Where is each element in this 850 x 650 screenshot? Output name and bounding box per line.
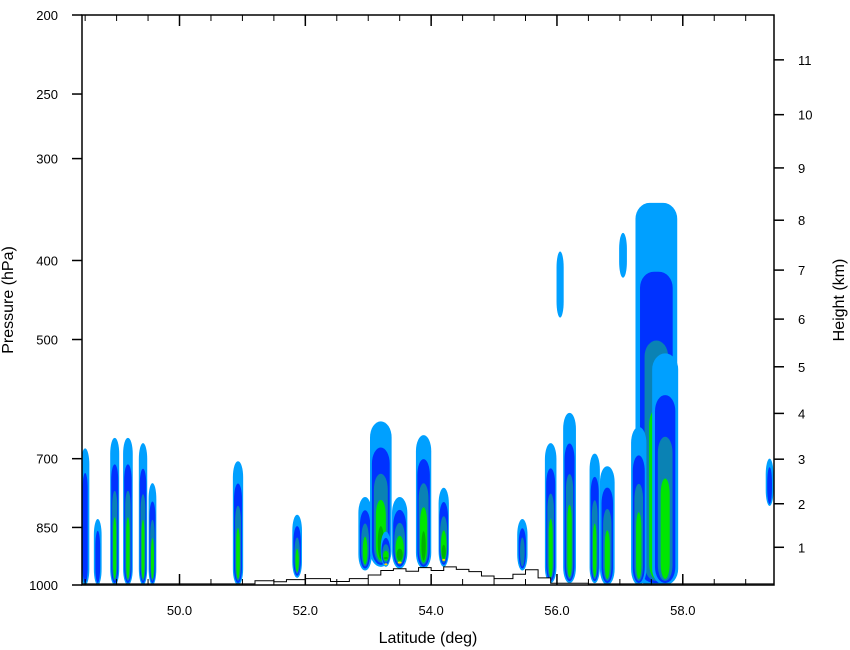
- pressure-tick-label: 1000: [29, 578, 58, 593]
- x-tick-label: 50.0: [167, 603, 192, 618]
- contour-cell-13-level-6: [442, 558, 446, 561]
- height-tick-label: 3: [798, 452, 805, 467]
- x-tick-label: 58.0: [670, 603, 695, 618]
- height-tick-label: 2: [798, 497, 805, 512]
- contour-cell-22-level-4: [660, 478, 670, 579]
- x-tick-label: 56.0: [544, 603, 569, 618]
- contour-cell-13-level-5: [441, 544, 446, 559]
- y-axis-right-title: Height (km): [831, 259, 848, 342]
- pressure-tick-label: 200: [36, 8, 58, 23]
- contour-cell-10-level-6: [397, 561, 402, 564]
- pressure-tick-label: 250: [36, 87, 58, 102]
- contour-cell-7-level-4: [295, 548, 299, 572]
- contour-cell-24-level-2: [767, 467, 772, 504]
- contour-cell-6-level-4: [236, 528, 240, 579]
- height-tick-label: 6: [798, 312, 805, 327]
- height-tick-label: 8: [798, 213, 805, 228]
- contour-cell-15-level-4: [548, 518, 553, 578]
- contour-cell-19-level-4: [604, 530, 610, 579]
- contour-cell-10-level-5: [396, 548, 403, 561]
- contour-cell-18-level-4: [592, 523, 597, 578]
- pressure-tick-label: 500: [36, 333, 58, 348]
- contour-cell-23-level-1: [619, 232, 627, 278]
- contour-cell-0-level-2: [82, 472, 88, 583]
- x-axis-title: Latitude (deg): [379, 630, 478, 647]
- contour-cell-1-level-2: [95, 530, 101, 583]
- height-tick-label: 1: [798, 540, 805, 555]
- contour-cell-12-level-5: [421, 531, 426, 561]
- pressure-tick-label: 300: [36, 152, 58, 167]
- contour-cell-11-level-5: [383, 556, 388, 559]
- contour-cell-21-level-4: [636, 512, 642, 579]
- y-axis-left-title: Pressure (hPa): [0, 246, 17, 354]
- height-tick-label: 4: [798, 406, 805, 421]
- contour-cell-16-level-4: [567, 504, 572, 578]
- contour-cell-3-level-4: [126, 517, 130, 579]
- contour-cell-17-level-1: [556, 251, 564, 318]
- contour-cell-11-level-6: [384, 563, 388, 566]
- x-tick-label: 54.0: [418, 603, 443, 618]
- contour-cell-11-level-4: [383, 550, 389, 561]
- pressure-tick-label: 700: [36, 452, 58, 467]
- height-tick-label: 7: [798, 263, 805, 278]
- x-tick-label: 52.0: [293, 603, 318, 618]
- cross-section-chart: 50.0 52.0 54.0 56.0 58.020025030040050070085…: [0, 8, 848, 647]
- height-tick-label: 10: [798, 108, 812, 123]
- pressure-tick-label: 400: [36, 253, 58, 268]
- contour-cell-2-level-4: [113, 517, 117, 579]
- pressure-tick-label: 850: [36, 520, 58, 535]
- contour-cell-5-level-4: [150, 538, 154, 579]
- height-tick-label: 5: [798, 360, 805, 375]
- contour-fill-layer: [82, 202, 774, 585]
- contour-cell-8-level-4: [362, 536, 368, 565]
- height-tick-label: 11: [798, 53, 812, 68]
- contour-cell-14-level-3: [520, 537, 525, 567]
- chart-container: 50.0 52.0 54.0 56.0 58.0 200 250 300 400 500 700 85…: [0, 0, 850, 650]
- contour-cell-4-level-4: [141, 519, 145, 579]
- height-tick-label: 9: [798, 161, 805, 176]
